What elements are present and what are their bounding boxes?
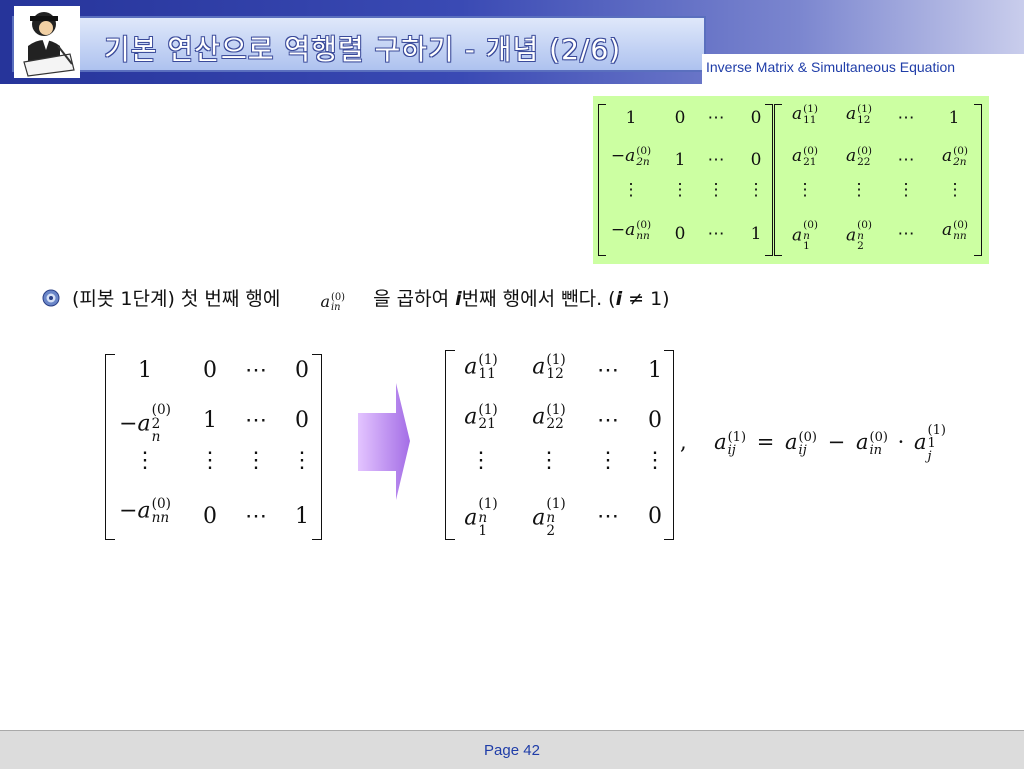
subtitle: Inverse Matrix & Simultaneous Equation <box>706 59 956 75</box>
scholar-logo-icon <box>14 6 80 78</box>
page-title: 기본 연산으로 역행렬 구하기 - 개념 (2/6) <box>104 33 622 66</box>
bullet-text-part2: 을 곱하여 <box>373 288 450 310</box>
bullet-text-part1: (피봇 1단계) 첫 번째 행에 <box>72 288 281 310</box>
bullet-math-a-in: a (0) in <box>320 291 346 313</box>
bullet-icon <box>42 289 60 307</box>
bullet-text-part6: ≠ 1) <box>622 288 670 310</box>
top-matrix-product: 1 0 ⋯ 0 −a (0) 2n 1 ⋯ 0 ⋮ ⋮ ⋮ ⋮ −a (0) nn 0 … <box>593 96 989 264</box>
bullet-text: (피봇 1단계) 첫 번째 행에 a (0) in 을 곱하여 i번째 행에서 뺀다… <box>72 284 670 312</box>
result-matrix: a (1) 11 a (1) 12 ⋯ 1 a (1) 21 a (1) 22 ⋯ 0 ⋮ ⋮ … <box>440 350 680 540</box>
elimination-matrix: 1 0 ⋯ 0 −a (0) 2 n 1 ⋯ 0 ⋮ ⋮ ⋮ ⋮ −a (0) nn 0 … <box>100 350 330 540</box>
formula-comma: , <box>680 430 687 455</box>
bullet-text-part4: 번째 행에서 뺀다. ( <box>461 288 616 310</box>
page-number: Page 42 <box>484 742 540 759</box>
arrow-right-icon <box>358 383 410 500</box>
update-formula: , a (1) ij = a (0) ij − a (0) in · a (1) 1 j <box>680 423 946 465</box>
